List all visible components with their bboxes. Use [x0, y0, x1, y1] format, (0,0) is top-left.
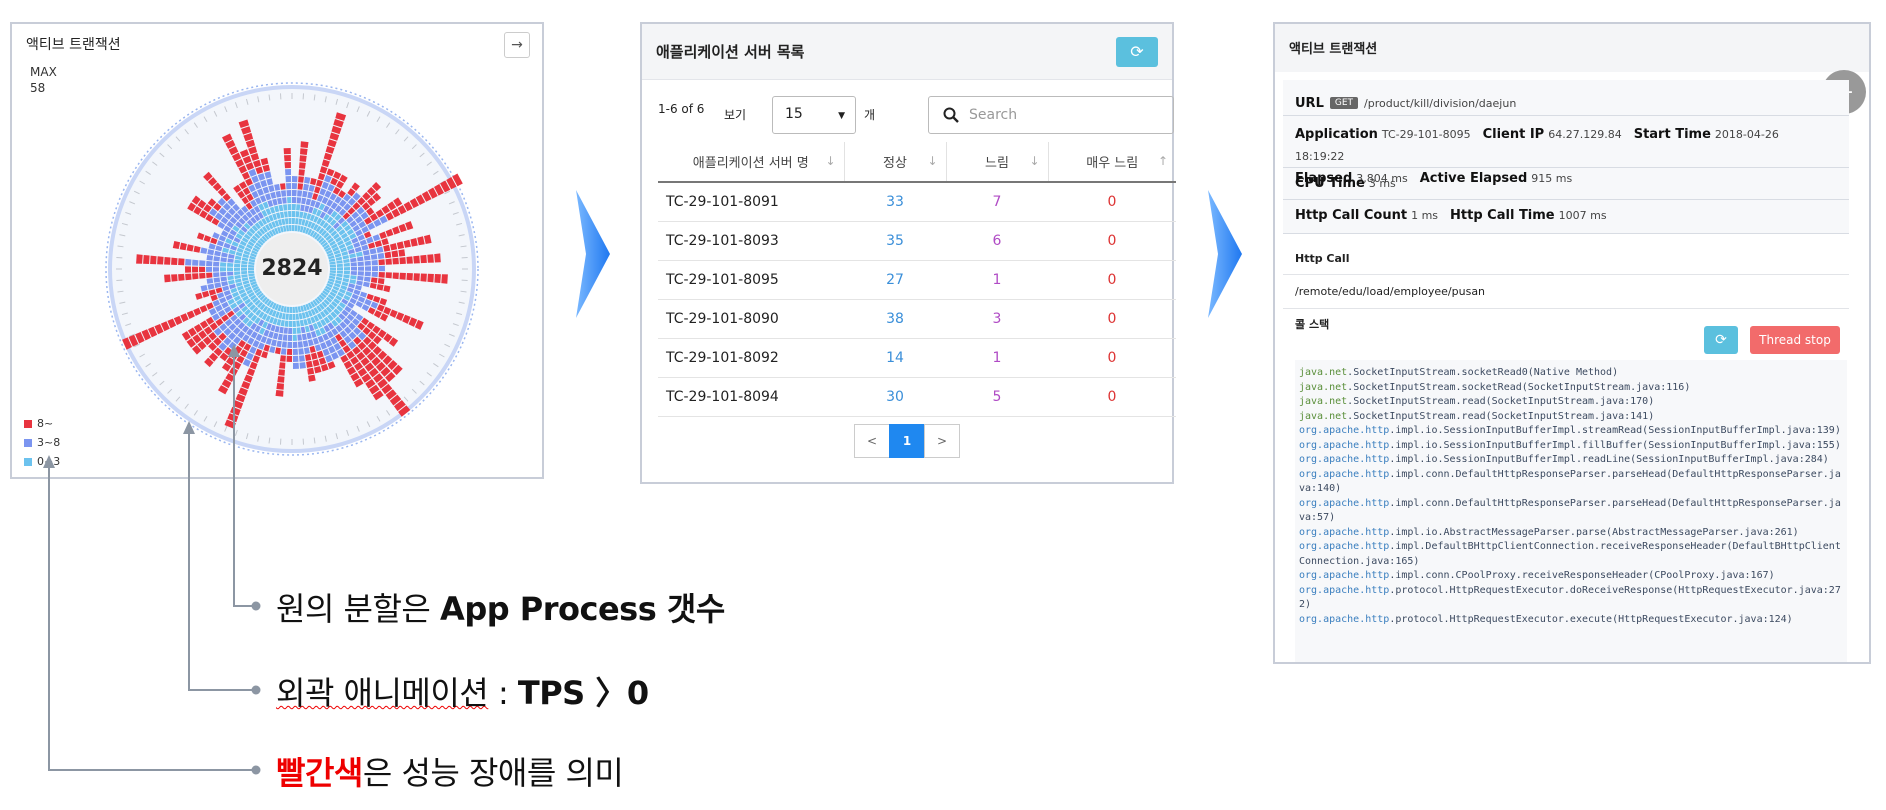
annotation-emphasis: 빨간색 [276, 754, 363, 792]
annotation-separator: : [488, 674, 518, 712]
annotation-red-meaning: 빨간색은 성능 장애를 의미 [276, 748, 624, 794]
annotation-text: 원의 분할은 [276, 590, 441, 628]
annotation-segments: 원의 분할은 App Process 갯수 [276, 584, 725, 630]
annotation-text: 은 성능 장애를 의미 [362, 754, 624, 792]
annotation-animation: 외곽 애니메이션 : TPS 〉0 [276, 668, 649, 714]
annotation-text: 외곽 애니메이션 [276, 674, 489, 712]
annotation-emphasis: App Process 갯수 [440, 590, 725, 628]
annotation-emphasis: TPS 〉0 [517, 674, 649, 712]
